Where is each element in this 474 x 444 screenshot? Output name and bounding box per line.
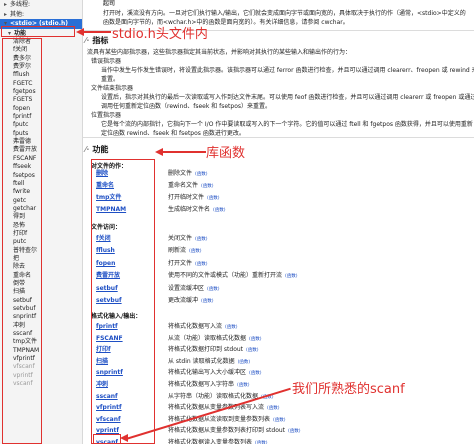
annotation-header-label: stdio.h头文件内: [112, 27, 208, 42]
function-description: 从字符串（功能）读取格式化数据: [168, 392, 259, 400]
annotation-box-header: [1, 26, 75, 37]
functions-section-title: ⁄· 功能: [85, 145, 109, 154]
annotation-library-label: 库函数: [206, 146, 246, 161]
annotation-arrow-head: [76, 27, 84, 36]
annotation-box-sidebar-functions: [2, 38, 42, 444]
function-description: 重命名文件: [168, 182, 199, 189]
link-icon: ⁄·: [85, 36, 90, 45]
function-description: 将格式化数据读入变量参数列表: [168, 439, 253, 444]
annotation-arrow-line: [161, 151, 206, 153]
annotation-arrow-head: [155, 147, 163, 156]
annotation-box-function-table: [91, 159, 155, 444]
annotation-box-vscanf: [93, 434, 121, 444]
function-tag: (函数): [249, 336, 262, 342]
function-tag: (函数): [237, 359, 251, 365]
function-tag: (函数): [207, 196, 220, 201]
function-description: 关闭文件: [168, 235, 193, 242]
tree-node-label: 多线程:: [10, 1, 31, 8]
function-tag: (函数): [201, 184, 214, 189]
function-description: 从 stdin 读取格式化数据: [168, 357, 235, 365]
function-description: 将格式化输出写入大小缓冲区: [168, 369, 247, 377]
pointer-item-text: 重置。: [101, 76, 120, 83]
function-tag: (函数): [195, 237, 208, 242]
function-tag: (函数): [237, 383, 250, 388]
function-tag: (函数): [246, 348, 259, 354]
tree-node-label: 其他:: [10, 10, 25, 18]
function-description: 更改流缓冲: [168, 297, 199, 304]
function-tag: (函数): [249, 371, 262, 377]
function-description: 生成临时文件名: [168, 206, 211, 213]
link-icon: ⁄·: [85, 145, 90, 154]
function-tag: (函数): [285, 274, 298, 280]
function-tag: (函数): [195, 261, 208, 267]
function-description: 将格式化数据打印到 stdout: [168, 346, 244, 354]
top-heading: 起司: [103, 0, 116, 7]
function-description: 将格式化数据写入流: [168, 323, 223, 330]
function-description: 从流（功能）读取格式化数据: [168, 334, 247, 342]
function-tag: (函数): [273, 417, 286, 423]
pointer-desc: 流具有某些内部指示器，这些指示器指定其当前状态，并影响对其执行的某些输入和输出作…: [87, 49, 352, 56]
function-tag: (函数): [201, 299, 214, 304]
function-tag: (函数): [189, 249, 202, 255]
tree-node[interactable]: ▸ 其他:: [0, 10, 82, 20]
annotation-arrow-line: [81, 31, 111, 33]
pointer-item-text: 定位函数 rewind、fseek 和 fsetpos 函数进行更改。: [101, 130, 245, 137]
function-description: 打开临时文件: [168, 194, 205, 201]
pointer-item-heading: 文件结束指示器: [91, 85, 134, 92]
function-description: 将格式化数据从变量参数列表打印到 stdout: [168, 427, 286, 435]
pointer-item-text: 它是每个流的内部指针，它指向下一个 I/O 作中要读取或写入的下一个字符。它的值…: [101, 121, 473, 128]
function-description: 使用不同的文件或模式（功能）重新打开流: [168, 272, 283, 280]
pointer-section-title: ⁄· 指标: [85, 36, 109, 45]
pointer-item-heading: 位置指示器: [91, 112, 122, 119]
pointer-item-text: 当作中发生与作发生错误时，将设置此指示器。该指示器可以通过 ferror 函数进…: [101, 67, 474, 74]
function-tag: (函数): [213, 208, 226, 213]
function-tag: (函数): [225, 325, 238, 330]
function-tag: (函数): [267, 406, 280, 412]
annotation-scanf-label: 我们所熟悉的scanf: [292, 382, 405, 397]
function-description: 刷新流: [168, 247, 187, 255]
pointer-item-heading: 错误指示器: [91, 58, 122, 65]
divider: [83, 137, 474, 138]
function-tag: (函数): [288, 429, 301, 435]
function-tag: (函数): [207, 286, 220, 292]
function-tag: (函数): [195, 172, 208, 177]
annotation-arrow-head: [120, 434, 128, 442]
function-description: 设置流缓冲区: [168, 284, 205, 292]
function-description: 将格式化数据写入字符串: [168, 381, 235, 388]
function-description: 打开文件: [168, 259, 193, 267]
function-description: 删除文件: [168, 170, 193, 177]
pointer-item-text: 设置后，指示对其执行的最后一次读取或写入作到达文件末尾。可以使用 feof 函数…: [101, 94, 474, 101]
tree-node[interactable]: ▸ 多线程:: [0, 0, 82, 10]
pointer-item-text: 调用任何重新定位函数（rewind、fseek 和 fsetpos）来重置。: [101, 103, 272, 110]
intro-line-1: 打开时，溪流没有方向。一旦对它们执行输入/输出，它们就会变成面向字节或面向宽的，…: [103, 10, 466, 17]
